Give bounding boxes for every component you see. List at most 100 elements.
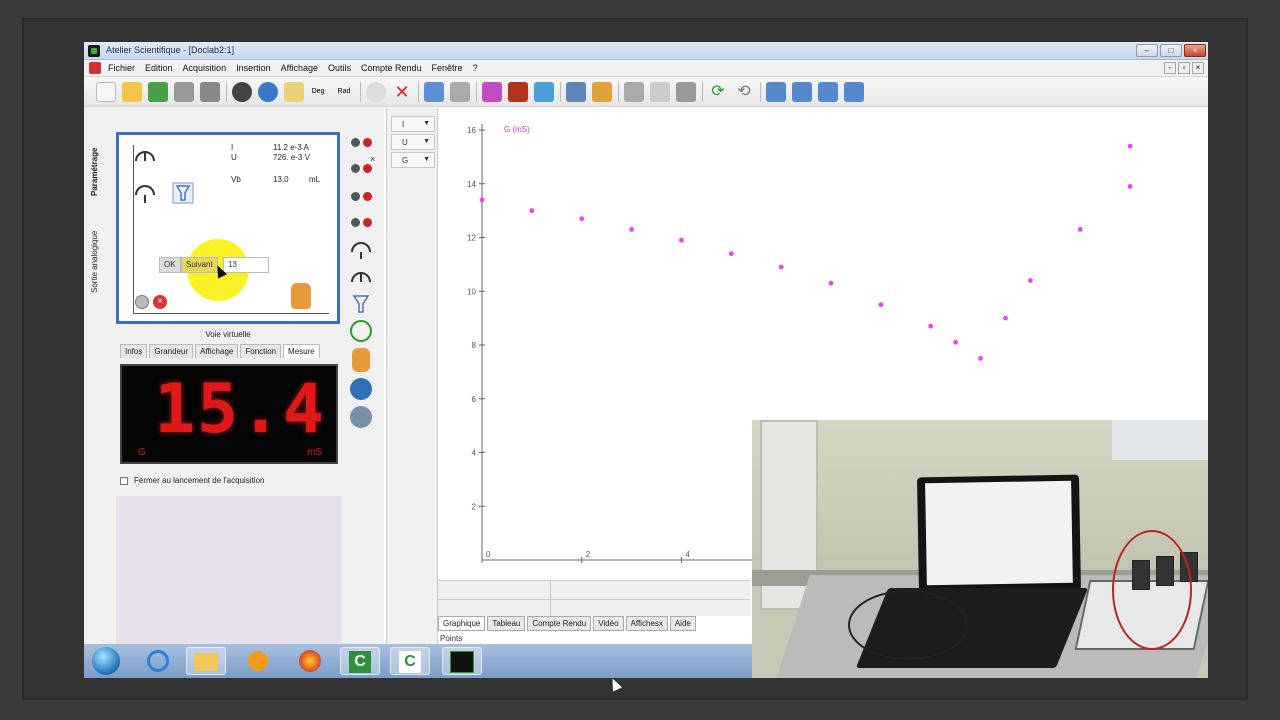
- y-tick-label: 2: [472, 502, 477, 511]
- menu-item-7[interactable]: Fenêtre: [432, 63, 463, 73]
- media-player-icon[interactable]: [238, 647, 278, 675]
- webcam-window: [1112, 420, 1208, 460]
- open-folder-icon[interactable]: [122, 82, 142, 102]
- voltmeter-icon[interactable]: [133, 181, 157, 205]
- new-file-icon[interactable]: [96, 82, 116, 102]
- copy-icon[interactable]: [624, 82, 644, 102]
- paste-icon[interactable]: [650, 82, 670, 102]
- data-point: [778, 264, 784, 270]
- window-vertical-icon[interactable]: [844, 82, 864, 102]
- curve-icon[interactable]: [482, 82, 502, 102]
- modeling-icon[interactable]: [566, 82, 586, 102]
- menu-item-6[interactable]: Compte Rendu: [361, 63, 422, 73]
- close-on-launch-checkbox[interactable]: [120, 476, 128, 485]
- menu-item-5[interactable]: Outils: [328, 63, 351, 73]
- menu-item-4[interactable]: Affichage: [281, 63, 318, 73]
- clear-icon[interactable]: [676, 82, 696, 102]
- ammeter-icon[interactable]: [133, 145, 157, 169]
- taskbar: C C: [84, 644, 752, 678]
- channel-select-i[interactable]: I ▼: [391, 116, 435, 132]
- app-c2-icon[interactable]: C: [390, 647, 430, 675]
- reset-icon[interactable]: ⟲: [734, 82, 754, 102]
- refresh-icon[interactable]: ⟳: [708, 82, 728, 102]
- close-on-launch-label: Fermer au lancement de l'acquisition: [134, 476, 265, 485]
- hand-tool-icon[interactable]: [352, 348, 370, 372]
- webcam-cable: [848, 590, 968, 660]
- panel-tab-2[interactable]: Affichage: [195, 344, 239, 358]
- gear-icon[interactable]: [350, 406, 372, 428]
- file-explorer-icon[interactable]: [186, 647, 226, 675]
- menu-item-0[interactable]: Fichier: [108, 63, 135, 73]
- maximize-button[interactable]: □: [1160, 44, 1182, 57]
- print-icon[interactable]: [174, 82, 194, 102]
- close-button[interactable]: ×: [1184, 44, 1206, 57]
- menu-item-8[interactable]: ?: [473, 63, 478, 73]
- toolbar-separator: [226, 82, 227, 102]
- tangent-icon[interactable]: [508, 82, 528, 102]
- firefox-icon[interactable]: [290, 647, 330, 675]
- next-button[interactable]: Suivant: [181, 257, 218, 273]
- graph-window-icon[interactable]: [424, 82, 444, 102]
- doc-restore-button[interactable]: ▫: [1178, 62, 1190, 74]
- channel-dots-icon[interactable]: [349, 158, 373, 178]
- cursor-cross-icon[interactable]: [450, 82, 470, 102]
- record-icon[interactable]: [366, 82, 386, 102]
- print-preview-icon[interactable]: [200, 82, 220, 102]
- stop-icon[interactable]: ✕: [392, 82, 412, 102]
- calculator-icon[interactable]: [232, 82, 252, 102]
- ammeter-icon[interactable]: [349, 268, 373, 288]
- channel-dots-icon[interactable]: [349, 186, 373, 206]
- clock-icon[interactable]: [350, 320, 372, 342]
- hand-tool-icon[interactable]: [291, 283, 311, 309]
- minimize-button[interactable]: –: [1136, 44, 1158, 57]
- y-tick-label: 6: [472, 395, 477, 404]
- bottom-tab-4[interactable]: Affichesx: [625, 616, 668, 631]
- settings-icon[interactable]: [135, 295, 149, 309]
- window-cascade-icon[interactable]: [792, 82, 812, 102]
- menu-bar: Fichier Edition Acquisition Insertion Affich…: [84, 60, 1208, 77]
- app-c-icon[interactable]: C: [340, 647, 380, 675]
- table-icon[interactable]: [534, 82, 554, 102]
- panel-tab-0[interactable]: Infos: [120, 344, 148, 358]
- burette-icon[interactable]: [349, 294, 373, 314]
- panel-tab-3[interactable]: Fonction: [240, 344, 282, 358]
- voltmeter-icon[interactable]: [349, 240, 373, 260]
- panel-tab-1[interactable]: Grandeur: [149, 344, 194, 358]
- bottom-tab-0[interactable]: Graphique: [438, 616, 486, 631]
- channel-dots-icon[interactable]: [349, 132, 373, 152]
- doc-close-button[interactable]: ×: [1192, 62, 1204, 74]
- toolbar: Deg Rad ✕ ⟳ ⟲: [84, 77, 1208, 107]
- delete-icon[interactable]: ×: [153, 295, 167, 309]
- menu-item-3[interactable]: Insertion: [236, 63, 271, 73]
- doc-minimize-button[interactable]: -: [1164, 62, 1176, 74]
- menu-item-1[interactable]: Edition: [145, 63, 173, 73]
- data-point: [579, 216, 585, 222]
- menu-item-2[interactable]: Acquisition: [183, 63, 227, 73]
- volume-input[interactable]: 13: [223, 257, 269, 273]
- save-icon[interactable]: [148, 82, 168, 102]
- start-button-icon[interactable]: [92, 647, 120, 675]
- bottom-tab-3[interactable]: Vidéo: [593, 616, 624, 631]
- channel-dots-icon[interactable]: [349, 212, 373, 232]
- edit-icon[interactable]: [284, 82, 304, 102]
- tab-parametrage[interactable]: Paramétrage: [90, 136, 106, 208]
- bottom-tab-5[interactable]: Aide: [669, 616, 696, 631]
- globe-icon[interactable]: [258, 82, 278, 102]
- internet-explorer-icon[interactable]: [138, 647, 178, 675]
- rad-button[interactable]: Rad: [334, 82, 354, 102]
- deg-button[interactable]: Deg: [308, 82, 328, 102]
- bottom-tab-1[interactable]: Tableau: [487, 616, 526, 631]
- window-tile-icon[interactable]: [766, 82, 786, 102]
- channel-select-g[interactable]: G ▼: [391, 152, 435, 168]
- channel-select-u[interactable]: U ▼: [391, 134, 435, 150]
- atelier-scientifique-icon[interactable]: [442, 647, 482, 675]
- burette-icon[interactable]: [171, 181, 195, 205]
- tab-sortie-analogique[interactable]: Sortie analogique: [90, 216, 106, 308]
- target-icon[interactable]: [350, 378, 372, 400]
- bottom-tab-2[interactable]: Compte Rendu: [527, 616, 592, 631]
- pen-icon[interactable]: [592, 82, 612, 102]
- window-horizontal-icon[interactable]: [818, 82, 838, 102]
- ok-button[interactable]: OK: [159, 257, 181, 273]
- status-rows: [438, 580, 750, 617]
- panel-tab-4[interactable]: Mesure: [283, 344, 320, 358]
